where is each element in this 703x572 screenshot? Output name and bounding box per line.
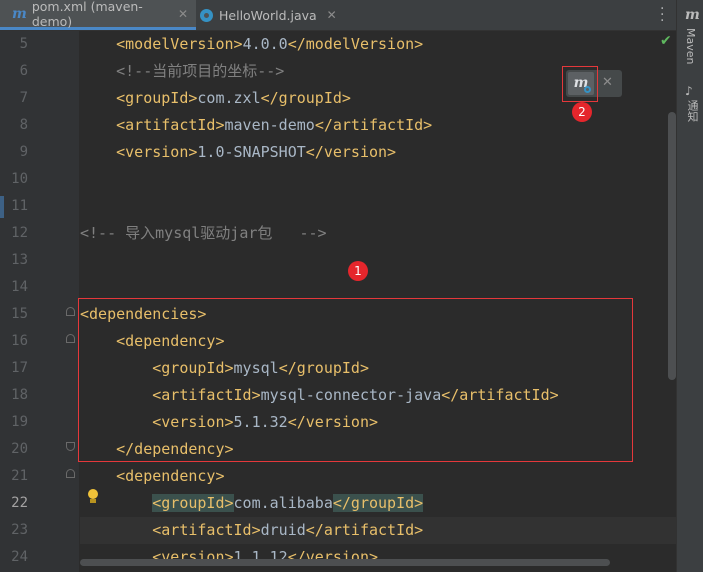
maven-tool-icon[interactable]: m [685,7,700,23]
line-number: 23 [11,522,28,538]
code-line: <dependency> [80,463,225,490]
xml-close-tag: </artifactId> [314,116,433,134]
line-number: 5 [19,36,28,52]
close-tab-icon[interactable]: ✕ [327,8,337,22]
horizontal-scrollbar[interactable] [80,559,610,566]
xml-text: maven-demo [224,116,315,134]
code-line: <version>1.1.12</version> [80,544,378,571]
xml-close-tag: </groupId> [260,89,351,107]
line-number: 9 [19,144,28,160]
xml-text: druid [260,521,306,539]
line-number: 16 [11,333,28,349]
fold-marker-dependency[interactable] [66,469,75,478]
line-number: 14 [11,279,28,295]
code-line: <!--当前项目的坐标--> [80,58,284,85]
xml-open-tag: <version> [116,143,198,161]
maven-icon: m [12,5,27,22]
xml-text: 1.0-SNAPSHOT [197,143,306,161]
xml-open-tag: <modelVersion> [116,35,243,53]
code-line: <groupId>com.zxl</groupId> [80,85,351,112]
editor-tab-bar: m pom.xml (maven-demo) ✕ HelloWorld.java… [0,0,676,31]
line-number: 20 [11,441,28,457]
code-line: <artifactId>maven-demo</artifactId> [80,112,432,139]
xml-open-tag: <dependency> [116,467,225,485]
java-class-icon [200,8,213,22]
tab-helloworld-java[interactable]: HelloWorld.java ✕ [196,0,346,30]
close-tab-icon[interactable]: ✕ [178,7,188,21]
xml-close-tag: </modelVersion> [287,35,424,53]
fold-marker-dependency-end[interactable] [66,442,75,451]
code-line: <artifactId>druid</artifactId> [80,517,423,544]
xml-open-tag: <groupId> [152,494,234,512]
line-number: 8 [19,117,28,133]
xml-open-tag: <artifactId> [152,521,261,539]
fold-marker-dependency[interactable] [66,334,75,343]
line-number: 10 [11,171,28,187]
xml-close-tag: </groupId> [332,494,424,512]
line-number: 6 [19,63,28,79]
notification-bell-icon[interactable]: ♪ [685,84,693,98]
maven-tool-window-button[interactable]: Maven [684,28,697,64]
right-tool-strip: m Maven ♪ 通知 [676,0,703,572]
annotation-badge-1: 1 [348,261,368,281]
xml-comment: <!-- 导入mysql驱动jar包 --> [80,224,327,242]
intention-bulb-icon[interactable] [87,489,99,505]
line-number-gutter[interactable] [0,31,79,572]
code-line: <groupId>com.alibaba</groupId> [80,490,424,517]
close-popup-icon[interactable]: ✕ [602,75,613,90]
line-number: 15 [11,306,28,322]
xml-open-tag: <artifactId> [116,116,225,134]
highlight-box-dependency [78,298,633,462]
line-number: 22 [11,495,28,511]
line-number: 13 [11,252,28,268]
line-number: 17 [11,360,28,376]
tab-label: HelloWorld.java [219,7,317,23]
tab-label: pom.xml (maven-demo) [31,0,143,29]
line-number: 11 [11,198,28,214]
xml-text: 4.0.0 [242,35,288,53]
xml-text: com.alibaba [233,494,333,512]
more-options-icon[interactable]: · · · [660,2,664,28]
code-line: <modelVersion>4.0.0</modelVersion> [80,31,423,58]
line-number: 21 [11,468,28,484]
xml-open-tag: <groupId> [116,89,198,107]
xml-close-tag: </artifactId> [305,521,424,539]
line-number: 7 [19,90,28,106]
tab-pom-xml[interactable]: m pom.xml (maven-demo) ✕ [0,0,196,30]
xml-text: com.zxl [197,89,261,107]
no-problems-check-icon[interactable]: ✔ [660,33,672,49]
notifications-tool-window-button[interactable]: 通知 [684,100,700,122]
highlight-box-reload [562,66,598,102]
line-number: 24 [11,549,28,565]
vertical-scrollbar[interactable] [668,112,676,380]
fold-marker-dependencies[interactable] [66,307,75,316]
code-line: <!-- 导入mysql驱动jar包 --> [80,220,327,247]
annotation-badge-2: 2 [572,102,592,122]
code-line: <version>1.0-SNAPSHOT</version> [80,139,396,166]
line-number: 19 [11,414,28,430]
xml-close-tag: </version> [305,143,397,161]
xml-comment: <!--当前项目的坐标--> [116,62,285,80]
line-number: 18 [11,387,28,403]
line-number: 12 [11,225,28,241]
